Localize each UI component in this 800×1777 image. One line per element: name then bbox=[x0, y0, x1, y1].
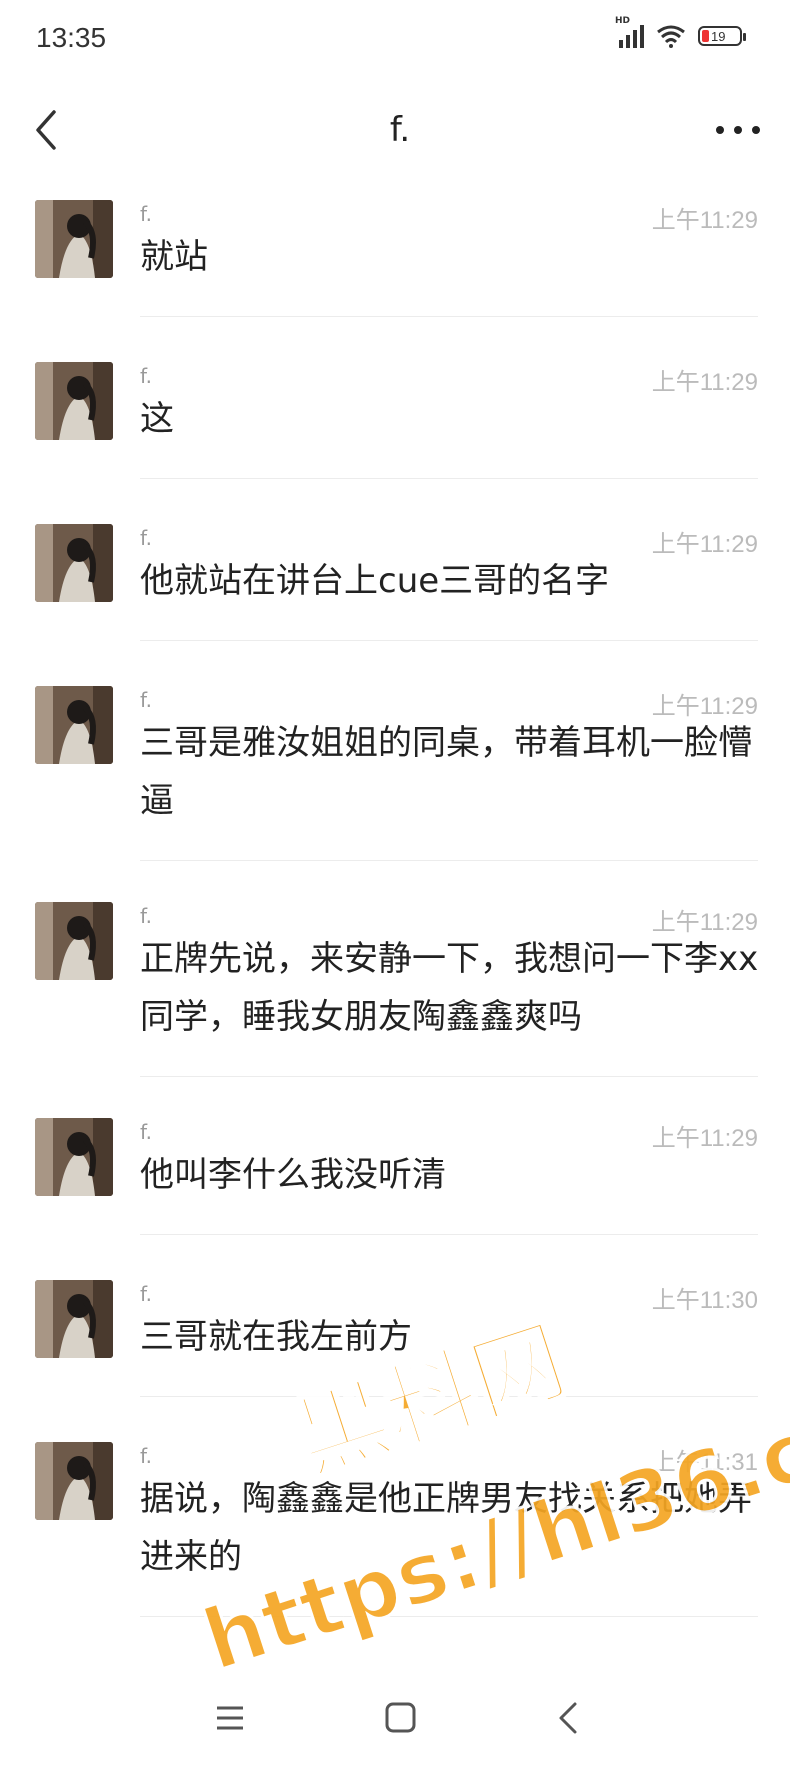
home-button[interactable] bbox=[375, 1696, 425, 1740]
nav-bar: f. bbox=[0, 80, 800, 180]
network-label: HD bbox=[615, 16, 631, 26]
status-time: 13:35 bbox=[36, 22, 107, 53]
avatar[interactable] bbox=[35, 902, 113, 980]
message-text: 就站 bbox=[140, 237, 208, 277]
divider bbox=[140, 640, 758, 641]
chevron-left-icon bbox=[36, 110, 56, 150]
system-back-button[interactable] bbox=[545, 1696, 595, 1740]
message-text: 他叫李什么我没听清 bbox=[140, 1155, 446, 1195]
square-home-icon bbox=[385, 1702, 416, 1733]
page-title: f. bbox=[389, 110, 411, 150]
system-nav-bar bbox=[0, 1660, 800, 1777]
battery-fill bbox=[702, 30, 709, 42]
sender-name: f. bbox=[140, 1444, 152, 1468]
sender-name: f. bbox=[140, 688, 152, 712]
avatar[interactable] bbox=[35, 686, 113, 764]
message-text: 三哥是雅汝姐姐的同桌，带着耳机一脸懵逼 bbox=[140, 723, 752, 821]
status-icons: HD 19 bbox=[615, 16, 746, 48]
avatar[interactable] bbox=[35, 524, 113, 602]
wifi-icon bbox=[657, 25, 685, 48]
signal-icon: HD bbox=[615, 16, 644, 48]
avatar[interactable] bbox=[35, 1442, 113, 1520]
divider bbox=[140, 1076, 758, 1077]
divider bbox=[140, 316, 758, 317]
more-button[interactable] bbox=[710, 112, 766, 148]
triangle-back-icon bbox=[559, 1702, 577, 1734]
sender-name: f. bbox=[140, 1282, 152, 1306]
divider bbox=[140, 1616, 758, 1617]
divider bbox=[140, 1396, 758, 1397]
sender-name: f. bbox=[140, 364, 152, 388]
avatar[interactable] bbox=[35, 1118, 113, 1196]
battery-percent: 19 bbox=[711, 28, 726, 44]
message-text: 正牌先说，来安静一下，我想问一下李xx同学，睡我女朋友陶鑫鑫爽吗 bbox=[140, 939, 759, 1037]
menu-button[interactable] bbox=[205, 1696, 255, 1740]
sender-name: f. bbox=[140, 1120, 152, 1144]
sender-name: f. bbox=[140, 904, 152, 928]
status-bar: 13:35 HD 19 bbox=[0, 0, 800, 80]
more-horizontal-icon bbox=[716, 126, 760, 134]
message-text: 他就站在讲台上cue三哥的名字 bbox=[140, 561, 610, 601]
avatar[interactable] bbox=[35, 200, 113, 278]
message-text: 据说，陶鑫鑫是他正牌男友找关系把她弄进来的 bbox=[140, 1479, 752, 1577]
sender-name: f. bbox=[140, 526, 152, 550]
avatar[interactable] bbox=[35, 362, 113, 440]
avatar[interactable] bbox=[35, 1280, 113, 1358]
divider bbox=[140, 860, 758, 861]
message-text: 三哥就在我左前方 bbox=[140, 1317, 412, 1357]
divider bbox=[140, 1234, 758, 1235]
battery-icon: 19 bbox=[698, 26, 746, 46]
message-text: 这 bbox=[140, 399, 174, 439]
menu-icon bbox=[217, 1706, 243, 1730]
back-button[interactable] bbox=[28, 108, 68, 152]
divider bbox=[140, 478, 758, 479]
sender-name: f. bbox=[140, 202, 152, 226]
